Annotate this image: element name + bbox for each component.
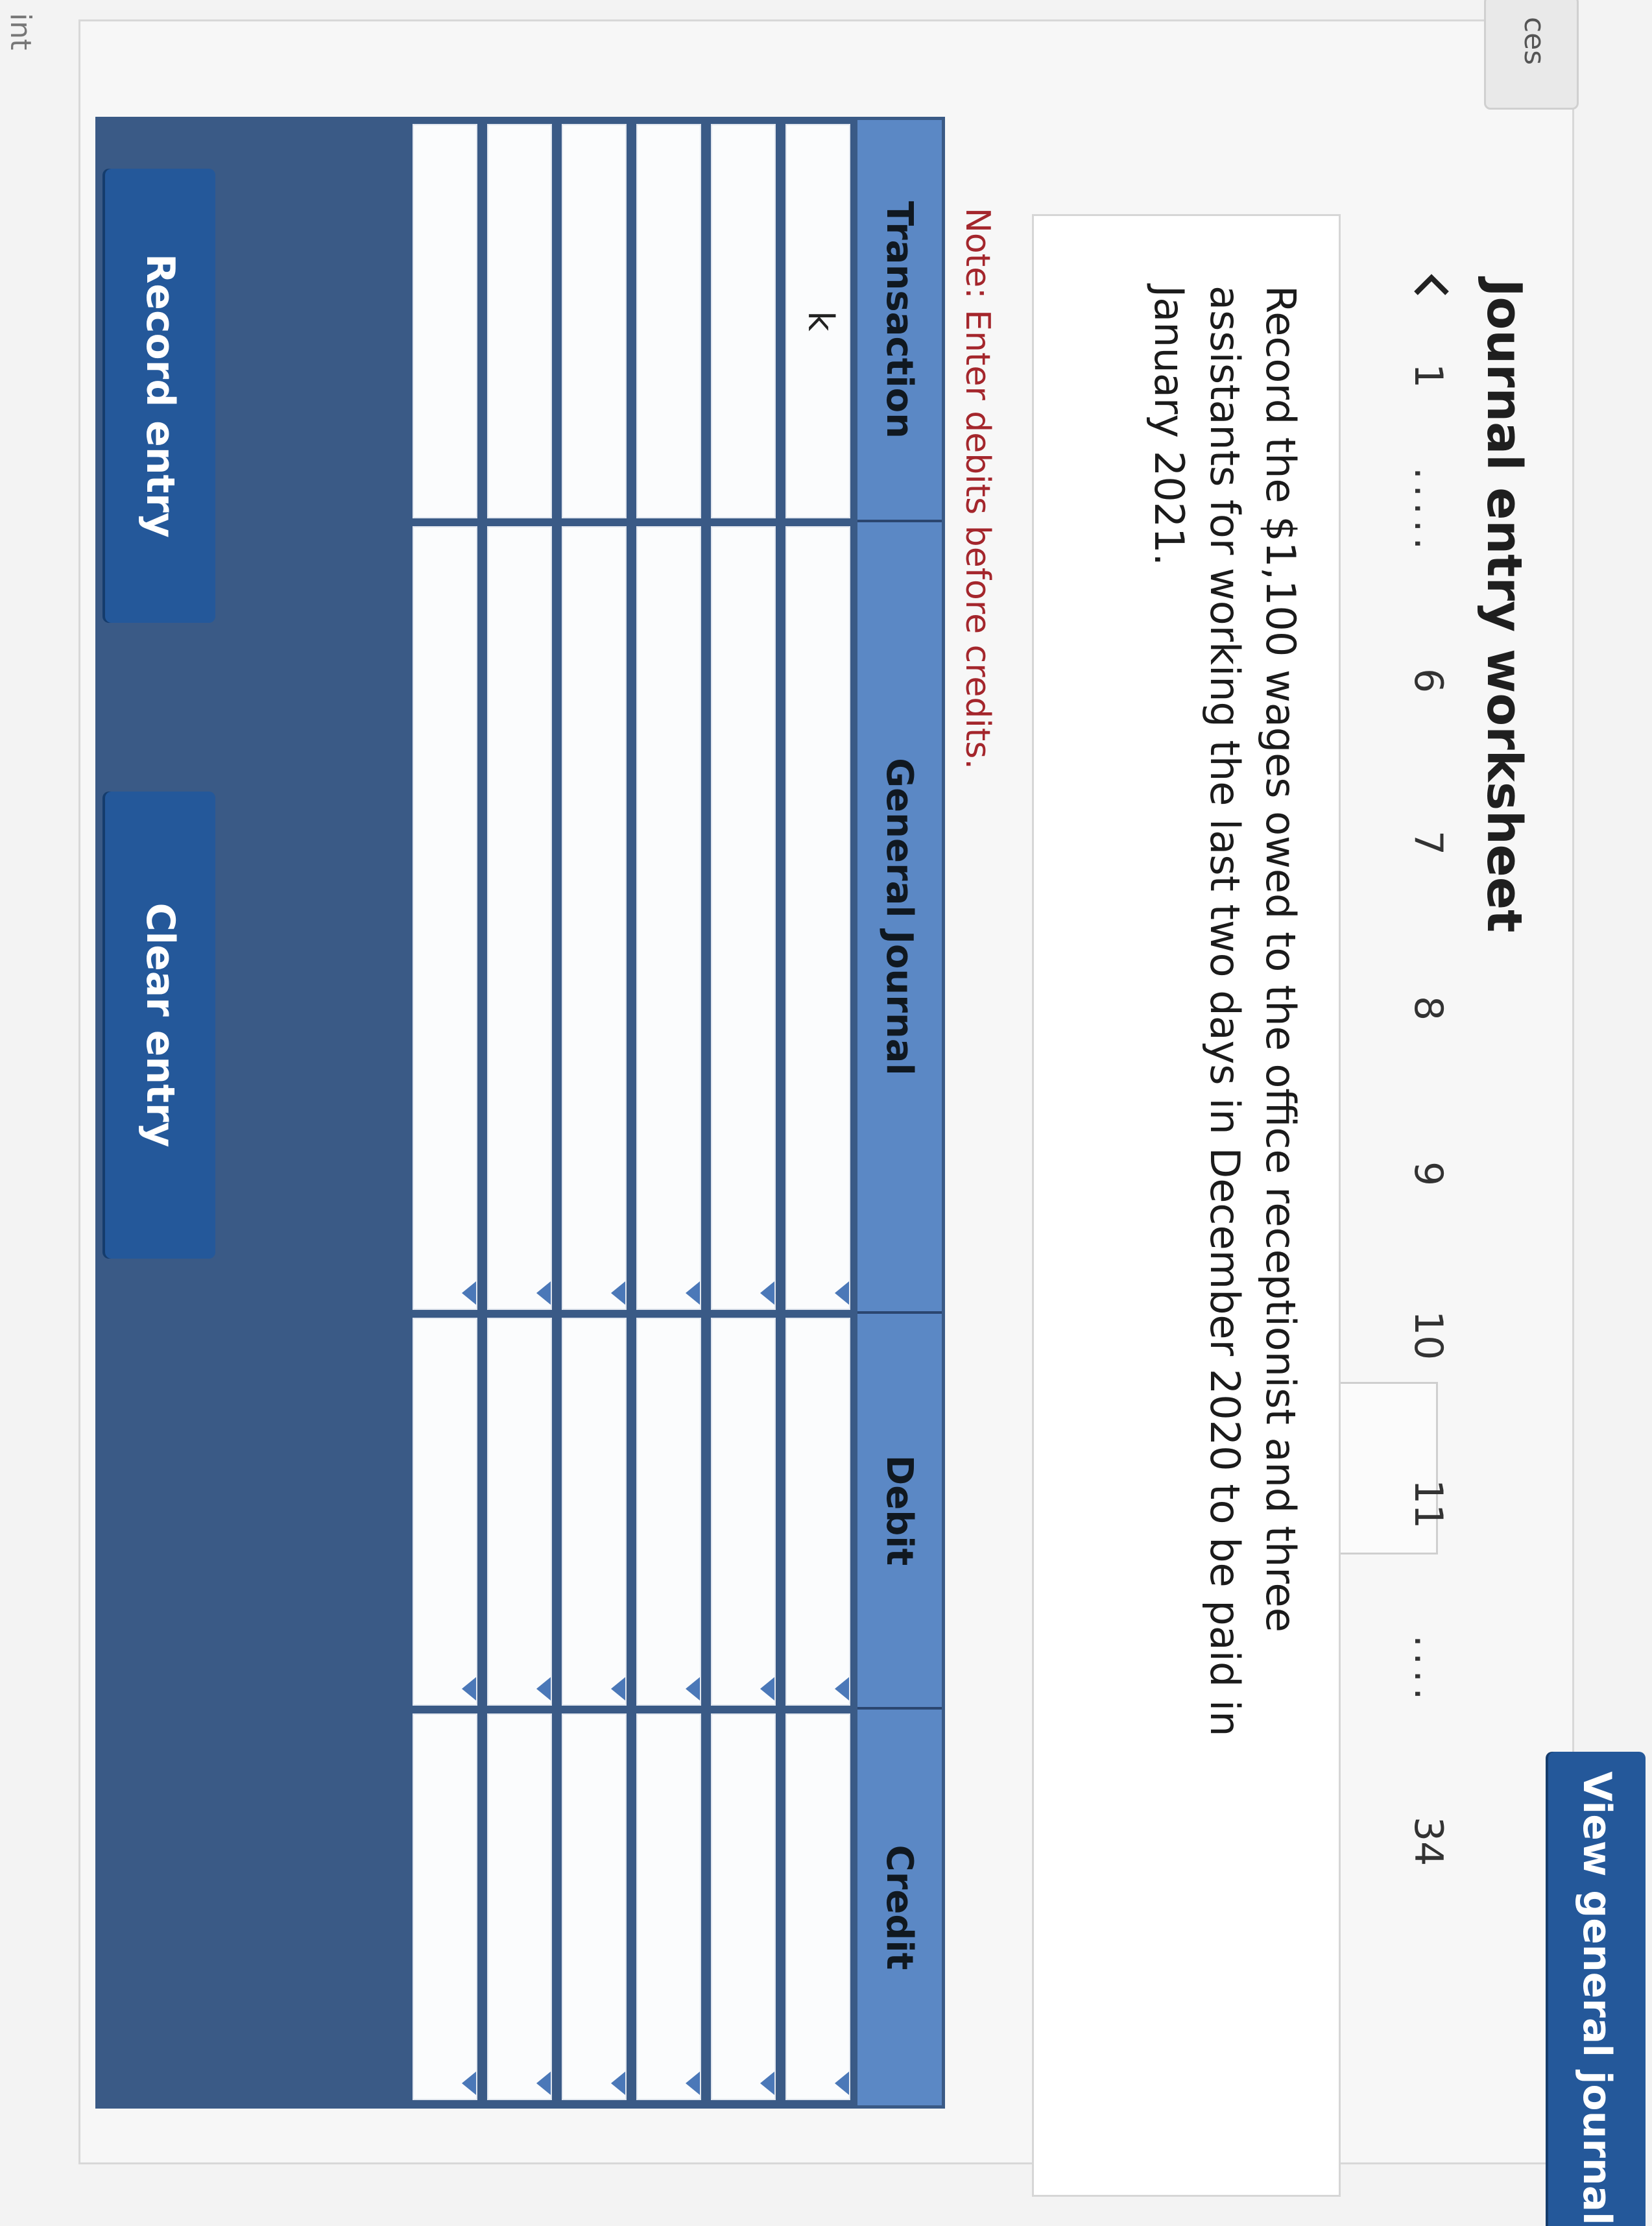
dropdown-marker-icon [462,1677,476,1700]
clear-entry-button[interactable]: Clear entry [105,792,215,1259]
page-ellipsis-1: ..... [1406,467,1451,555]
print-label: int [4,13,37,51]
journal-row [485,120,556,2105]
column-header-debit: Debit [857,1314,942,1710]
column-header-credit: Credit [878,1845,921,1970]
column-header-general-journal: General Journal [857,522,942,1314]
column-header-transaction: Transaction [857,120,942,522]
chevron-left-icon[interactable] [1402,272,1451,298]
journal-row [708,120,780,2105]
page-34[interactable]: 34 [1406,1817,1451,1866]
transaction-cell [413,124,477,518]
account-select[interactable] [487,526,552,1310]
debit-input[interactable] [487,1318,552,1706]
account-select[interactable] [711,526,776,1310]
transaction-cell [487,124,552,518]
account-select[interactable] [636,526,701,1310]
dropdown-marker-icon [760,1281,774,1305]
page-ellipsis-2: .... [1406,1635,1451,1706]
credit-input[interactable] [562,1713,627,2100]
page-11[interactable]: 11 [1406,1479,1451,1529]
account-select[interactable] [785,526,850,1310]
page-10[interactable]: 10 [1406,1311,1451,1360]
journal-row [559,120,630,2105]
account-select[interactable] [413,526,477,1310]
journal-table: Transaction General Journal Debit Credit… [95,117,945,2109]
references-tab[interactable]: ces [1484,0,1579,110]
dropdown-marker-icon [686,1281,700,1305]
record-entry-button[interactable]: Record entry [105,169,215,623]
page-7[interactable]: 7 [1406,830,1451,855]
credit-input[interactable] [413,1713,477,2100]
dropdown-marker-icon [462,1281,476,1305]
references-tab-label: ces [1518,17,1551,66]
note-text: Note: Enter debits before credits. [958,208,997,769]
dropdown-marker-icon [611,1677,625,1700]
journal-row [634,120,705,2105]
page-8[interactable]: 8 [1406,996,1451,1021]
journal-row: k [783,120,854,2105]
dropdown-marker-icon [760,1677,774,1700]
transaction-cell: k [785,124,850,518]
photo-canvas: ces Journal entry worksheet 1 ..... 6 7 … [0,0,1652,2226]
transaction-cell [562,124,627,518]
debit-input[interactable] [711,1318,776,1706]
credit-input[interactable] [487,1713,552,2100]
page-6[interactable]: 6 [1406,668,1451,693]
page-title: Journal entry worksheet [1476,279,1532,933]
journal-row [410,120,481,2105]
dropdown-marker-icon [686,1677,700,1700]
dropdown-marker-icon [760,2072,774,2095]
view-general-journal-button[interactable]: View general journal [1548,1752,1646,2226]
credit-input[interactable] [785,1713,850,2100]
journal-header-row: Transaction General Journal Debit Credit [857,120,942,2105]
credit-input[interactable] [711,1713,776,2100]
transaction-cell [711,124,776,518]
prompt-text: Record the $1,100 wages owed to the offi… [1145,285,1304,1737]
credit-input[interactable] [636,1713,701,2100]
account-select[interactable] [562,526,627,1310]
dropdown-marker-icon [835,1281,849,1305]
dropdown-marker-icon [536,1677,551,1700]
worksheet-view: ces Journal entry worksheet 1 ..... 6 7 … [0,0,1652,2226]
page-1[interactable]: 1 [1406,363,1451,388]
dropdown-marker-icon [536,2072,551,2095]
transaction-letter: k [800,311,841,332]
debit-input[interactable] [413,1318,477,1706]
page-9[interactable]: 9 [1406,1161,1451,1186]
dropdown-marker-icon [611,1281,625,1305]
dropdown-marker-icon [611,2072,625,2095]
debit-input[interactable] [785,1318,850,1706]
dropdown-marker-icon [686,2072,700,2095]
transaction-cell [636,124,701,518]
debit-input[interactable] [562,1318,627,1706]
dropdown-marker-icon [835,1677,849,1700]
debit-input[interactable] [636,1318,701,1706]
dropdown-marker-icon [835,2072,849,2095]
dropdown-marker-icon [536,1281,551,1305]
dropdown-marker-icon [462,2072,476,2095]
